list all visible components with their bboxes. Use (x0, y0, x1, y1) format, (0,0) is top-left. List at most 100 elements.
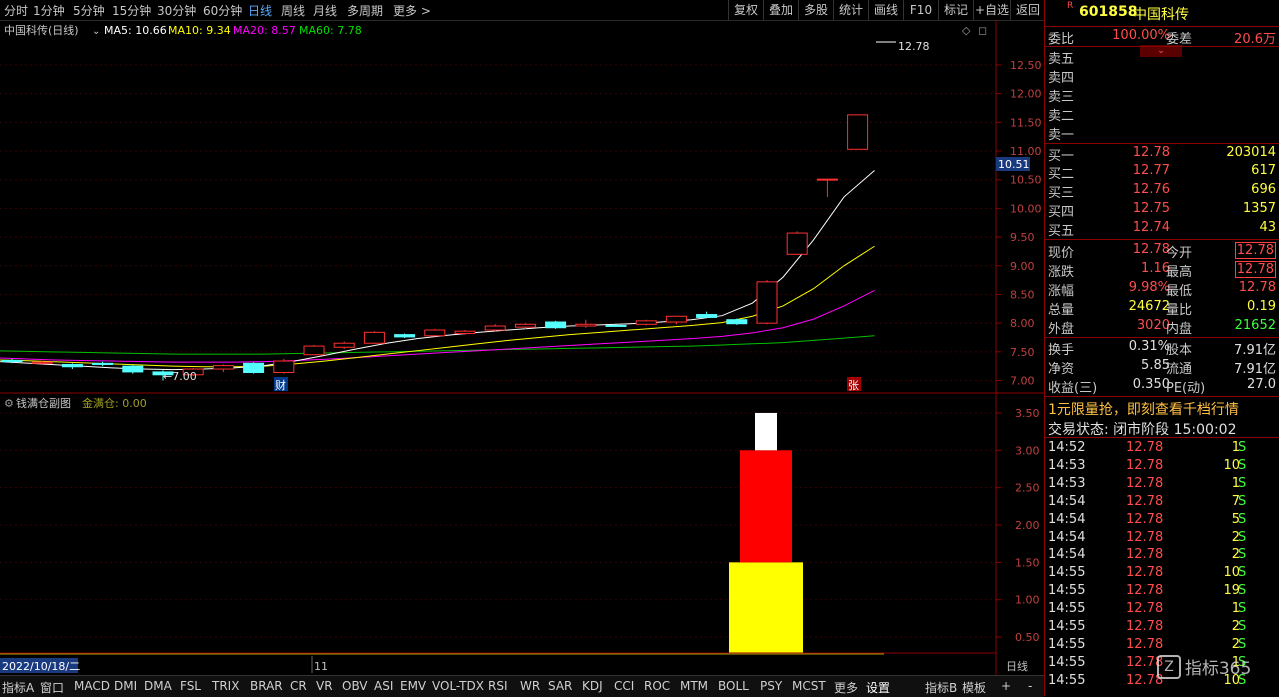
logo-mark-icon: Z (1157, 654, 1181, 679)
tab-period-1min[interactable]: 1分钟 (33, 2, 65, 19)
indicator-tab-rsi[interactable]: RSI (488, 679, 508, 693)
tick-price: 12.78 (1126, 619, 1164, 634)
indicator-tab-指标a[interactable]: 指标A (2, 679, 34, 696)
stock-code: 601858 (1079, 4, 1138, 20)
f10-button[interactable]: F10 (903, 0, 938, 20)
tick-row: 14:55 12.78 2 S (1048, 637, 1278, 655)
bid4-volume: 1357 (1242, 201, 1276, 216)
indicator-tab-设置[interactable]: 设置 (866, 679, 890, 696)
quote-header: R 601858 中国科传 (1045, 0, 1279, 26)
indicator-tab-roc[interactable]: ROC (644, 679, 670, 693)
tick-time: 14:52 (1048, 440, 1086, 455)
tab-period-15min[interactable]: 15分钟 (112, 2, 151, 19)
indicator-tab-dma[interactable]: DMA (144, 679, 172, 693)
bottom-right-1[interactable]: 模板 (962, 679, 986, 696)
chevron-down-icon[interactable]: ⌄ (92, 26, 100, 37)
indicator-settings-icon[interactable]: ⚙ (4, 397, 14, 410)
bottom-right-0[interactable]: 指标B (925, 679, 957, 696)
y-tick-label: 3.00 (1015, 444, 1040, 457)
tick-time: 14:55 (1048, 565, 1086, 581)
candle-body (756, 281, 778, 324)
indicator-tab-obv[interactable]: OBV (342, 679, 368, 693)
indicator-tab-boll[interactable]: BOLL (718, 679, 749, 693)
stock-name: 中国科传 (1133, 7, 1189, 23)
y-tick-label: 9.00 (1010, 260, 1035, 273)
stat-value: 24672 (1128, 299, 1170, 314)
ma60-label: MA60: 7.78 (299, 24, 362, 37)
bid5-price: 12.74 (1132, 220, 1170, 235)
stat-label: 最高 (1166, 265, 1193, 280)
overlay-button[interactable]: 叠加 (763, 0, 798, 20)
tab-period-multi[interactable]: 多周期 (347, 2, 383, 19)
tab-period-60min[interactable]: 60分钟 (203, 2, 242, 19)
low-label: ←7.00 (163, 370, 197, 383)
candle-body (394, 334, 416, 338)
multi-stock-button[interactable]: 多股 (798, 0, 833, 20)
indicator-tab-窗口[interactable]: 窗口 (40, 679, 64, 696)
watermark-logo: Z 指标365 (1157, 654, 1277, 684)
financial-marker[interactable]: 财 (275, 378, 286, 392)
tick-time: 14:54 (1048, 511, 1086, 527)
draw-line-button[interactable]: 画线 (868, 0, 903, 20)
indicator-tab-vr[interactable]: VR (316, 679, 333, 693)
indicator-tab-mtm[interactable]: MTM (680, 679, 708, 693)
period-label: 日线 (1006, 659, 1028, 673)
candle-body (273, 360, 295, 373)
indicator-tab-wr[interactable]: WR (520, 679, 540, 693)
bid2-label: 买二 (1048, 167, 1075, 182)
indicator-tab-sar[interactable]: SAR (548, 679, 572, 693)
indicator-tab-psy[interactable]: PSY (760, 679, 782, 693)
indicator-tab-cr[interactable]: CR (290, 679, 307, 693)
tab-period-30min[interactable]: 30分钟 (157, 2, 196, 19)
bid1-price: 12.78 (1132, 145, 1170, 160)
indicator-tab-dmi[interactable]: DMI (114, 679, 137, 693)
tick-time: 14:55 (1048, 583, 1086, 599)
stat-value: 27.0 (1247, 377, 1276, 392)
fuquan-button[interactable]: 复权 (728, 0, 763, 20)
trading-status: 交易状态: 闭市阶段 15:00:02 (1048, 422, 1237, 438)
indicator-tab-emv[interactable]: EMV (400, 679, 426, 693)
indicator-tab-mcst[interactable]: MCST (792, 679, 826, 693)
tick-side: S (1238, 547, 1247, 563)
tab-period-daily[interactable]: 日线 (248, 2, 272, 19)
tab-period-weekly[interactable]: 周线 (281, 2, 305, 19)
y-tick-label: 0.50 (1015, 631, 1040, 644)
kline-chart[interactable]: 7.007.508.008.509.009.5010.0010.5011.001… (0, 20, 1044, 675)
add-watchlist-button[interactable]: +自选 (973, 0, 1010, 20)
ask3-label: 卖三 (1048, 90, 1075, 105)
tick-side: S (1238, 493, 1247, 509)
bottom-right-3[interactable]: - (1028, 679, 1032, 693)
indicator-tab-更多[interactable]: 更多 (834, 679, 858, 696)
y-tick-label: 11.50 (1010, 116, 1042, 129)
indicator-tab-kdj[interactable]: KDJ (582, 679, 603, 693)
indicator-tab-trix[interactable]: TRIX (212, 679, 239, 693)
main-legend-name: 中国科传(日线) (4, 23, 79, 37)
y-tick-label: 11.00 (1010, 145, 1042, 158)
indicator-tab-asi[interactable]: ASI (374, 679, 393, 693)
tick-price: 12.78 (1126, 565, 1164, 581)
back-button[interactable]: 返回 (1010, 0, 1045, 20)
promo-link[interactable]: 1元限量抢，即刻查看千档行情 (1048, 399, 1239, 419)
weibi-value: 100.00% (1112, 28, 1170, 43)
indicator-tab-macd[interactable]: MACD (74, 679, 110, 693)
indicator-tab-fsl[interactable]: FSL (180, 679, 201, 693)
expand-icon[interactable]: ◻ (978, 24, 987, 37)
diamond-icon[interactable]: ◇ (962, 24, 971, 37)
mark-button[interactable]: 标记 (938, 0, 973, 20)
stats-button[interactable]: 统计 (833, 0, 868, 20)
ask5-label: 卖五 (1048, 52, 1075, 67)
indicator-tab-vol-tdx[interactable]: VOL-TDX (432, 679, 484, 693)
tab-period-more[interactable]: 更多 > (393, 2, 431, 19)
candle-body (605, 324, 627, 327)
y-tick-label: 12.00 (1010, 88, 1042, 101)
y-tick-label: 1.50 (1015, 556, 1040, 569)
bottom-right-2[interactable]: + (1001, 679, 1011, 693)
indicator-tab-cci[interactable]: CCI (614, 679, 634, 693)
limit-up-marker[interactable]: 张 (848, 379, 859, 392)
candle-body (363, 331, 385, 344)
tick-price: 12.78 (1126, 493, 1164, 509)
indicator-tab-brar[interactable]: BRAR (250, 679, 283, 693)
tab-period-5min[interactable]: 5分钟 (73, 2, 105, 19)
tab-period-fenshi[interactable]: 分时 (4, 2, 28, 19)
tab-period-monthly[interactable]: 月线 (313, 2, 337, 19)
